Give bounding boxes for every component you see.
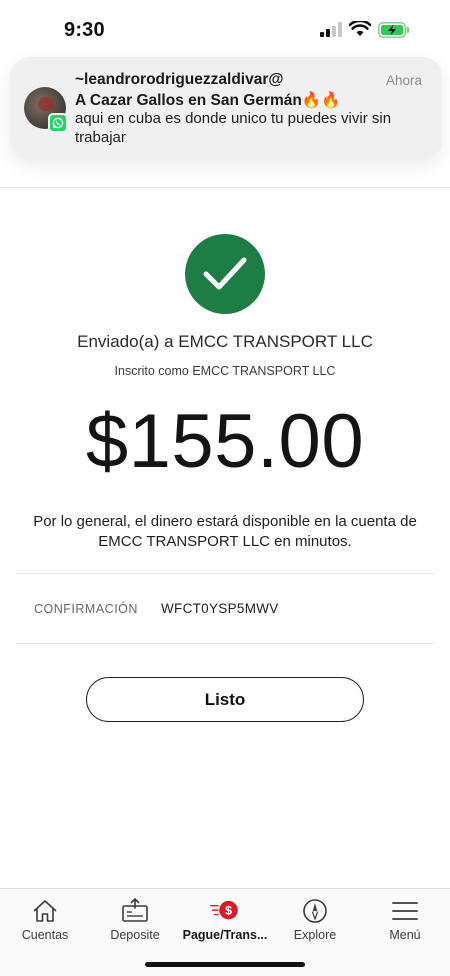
section-divider	[16, 573, 434, 574]
tab-label: Deposite	[110, 928, 160, 942]
notification-sender: ~leandrorodriguezzaldivar@	[75, 71, 284, 88]
confirmation-number: WFCT0YSP5MWV	[161, 601, 279, 616]
notification-title: A Cazar Gallos en San Germán🔥🔥	[75, 92, 341, 109]
home-icon	[30, 898, 60, 924]
status-bar: 9:30	[0, 0, 450, 56]
header-divider	[0, 187, 450, 188]
tab-menu[interactable]: Menú	[360, 889, 450, 949]
success-badge	[185, 234, 265, 314]
battery-charging-icon	[378, 22, 409, 38]
enrolled-name: Inscrito como EMCC TRANSPORT LLC	[114, 364, 336, 378]
tab-label: Pague/Trans...	[182, 928, 268, 942]
tab-explore[interactable]: Explore	[270, 889, 360, 949]
notification-banner[interactable]: ~leandrorodriguezzaldivar@ A Cazar Gallo…	[10, 57, 442, 160]
transfer-amount: $155.00	[85, 399, 365, 484]
whatsapp-icon	[48, 113, 68, 133]
home-indicator[interactable]	[145, 962, 305, 967]
tab-pague-transfiera[interactable]: $ Pague/Trans...	[180, 889, 270, 949]
tab-label: Cuentas	[21, 928, 69, 942]
deposit-icon	[120, 898, 150, 924]
tab-deposite[interactable]: Deposite	[90, 889, 180, 949]
done-button[interactable]: Listo	[86, 677, 364, 722]
confirmation-label: CONFIRMACIÓN	[34, 602, 138, 616]
notification-time: Ahora	[385, 73, 422, 88]
availability-note: Por lo general, el dinero estará disponi…	[33, 513, 417, 550]
menu-icon	[390, 898, 420, 924]
cellular-signal-icon	[320, 22, 342, 37]
recipient-heading: Enviado(a) a EMCC TRANSPORT LLC	[77, 332, 373, 351]
notification-body: aqui en cuba es donde unico tu puedes vi…	[75, 110, 392, 146]
tab-cuentas[interactable]: Cuentas	[0, 889, 90, 949]
compass-icon	[300, 898, 330, 924]
status-time: 9:30	[64, 19, 105, 41]
checkmark-icon	[203, 257, 247, 290]
svg-text:$: $	[225, 904, 232, 918]
tab-label: Menú	[389, 928, 421, 942]
section-divider	[16, 643, 434, 644]
pay-transfer-icon: $	[210, 898, 240, 924]
tab-label: Explore	[293, 928, 337, 942]
wifi-icon	[349, 21, 371, 36]
